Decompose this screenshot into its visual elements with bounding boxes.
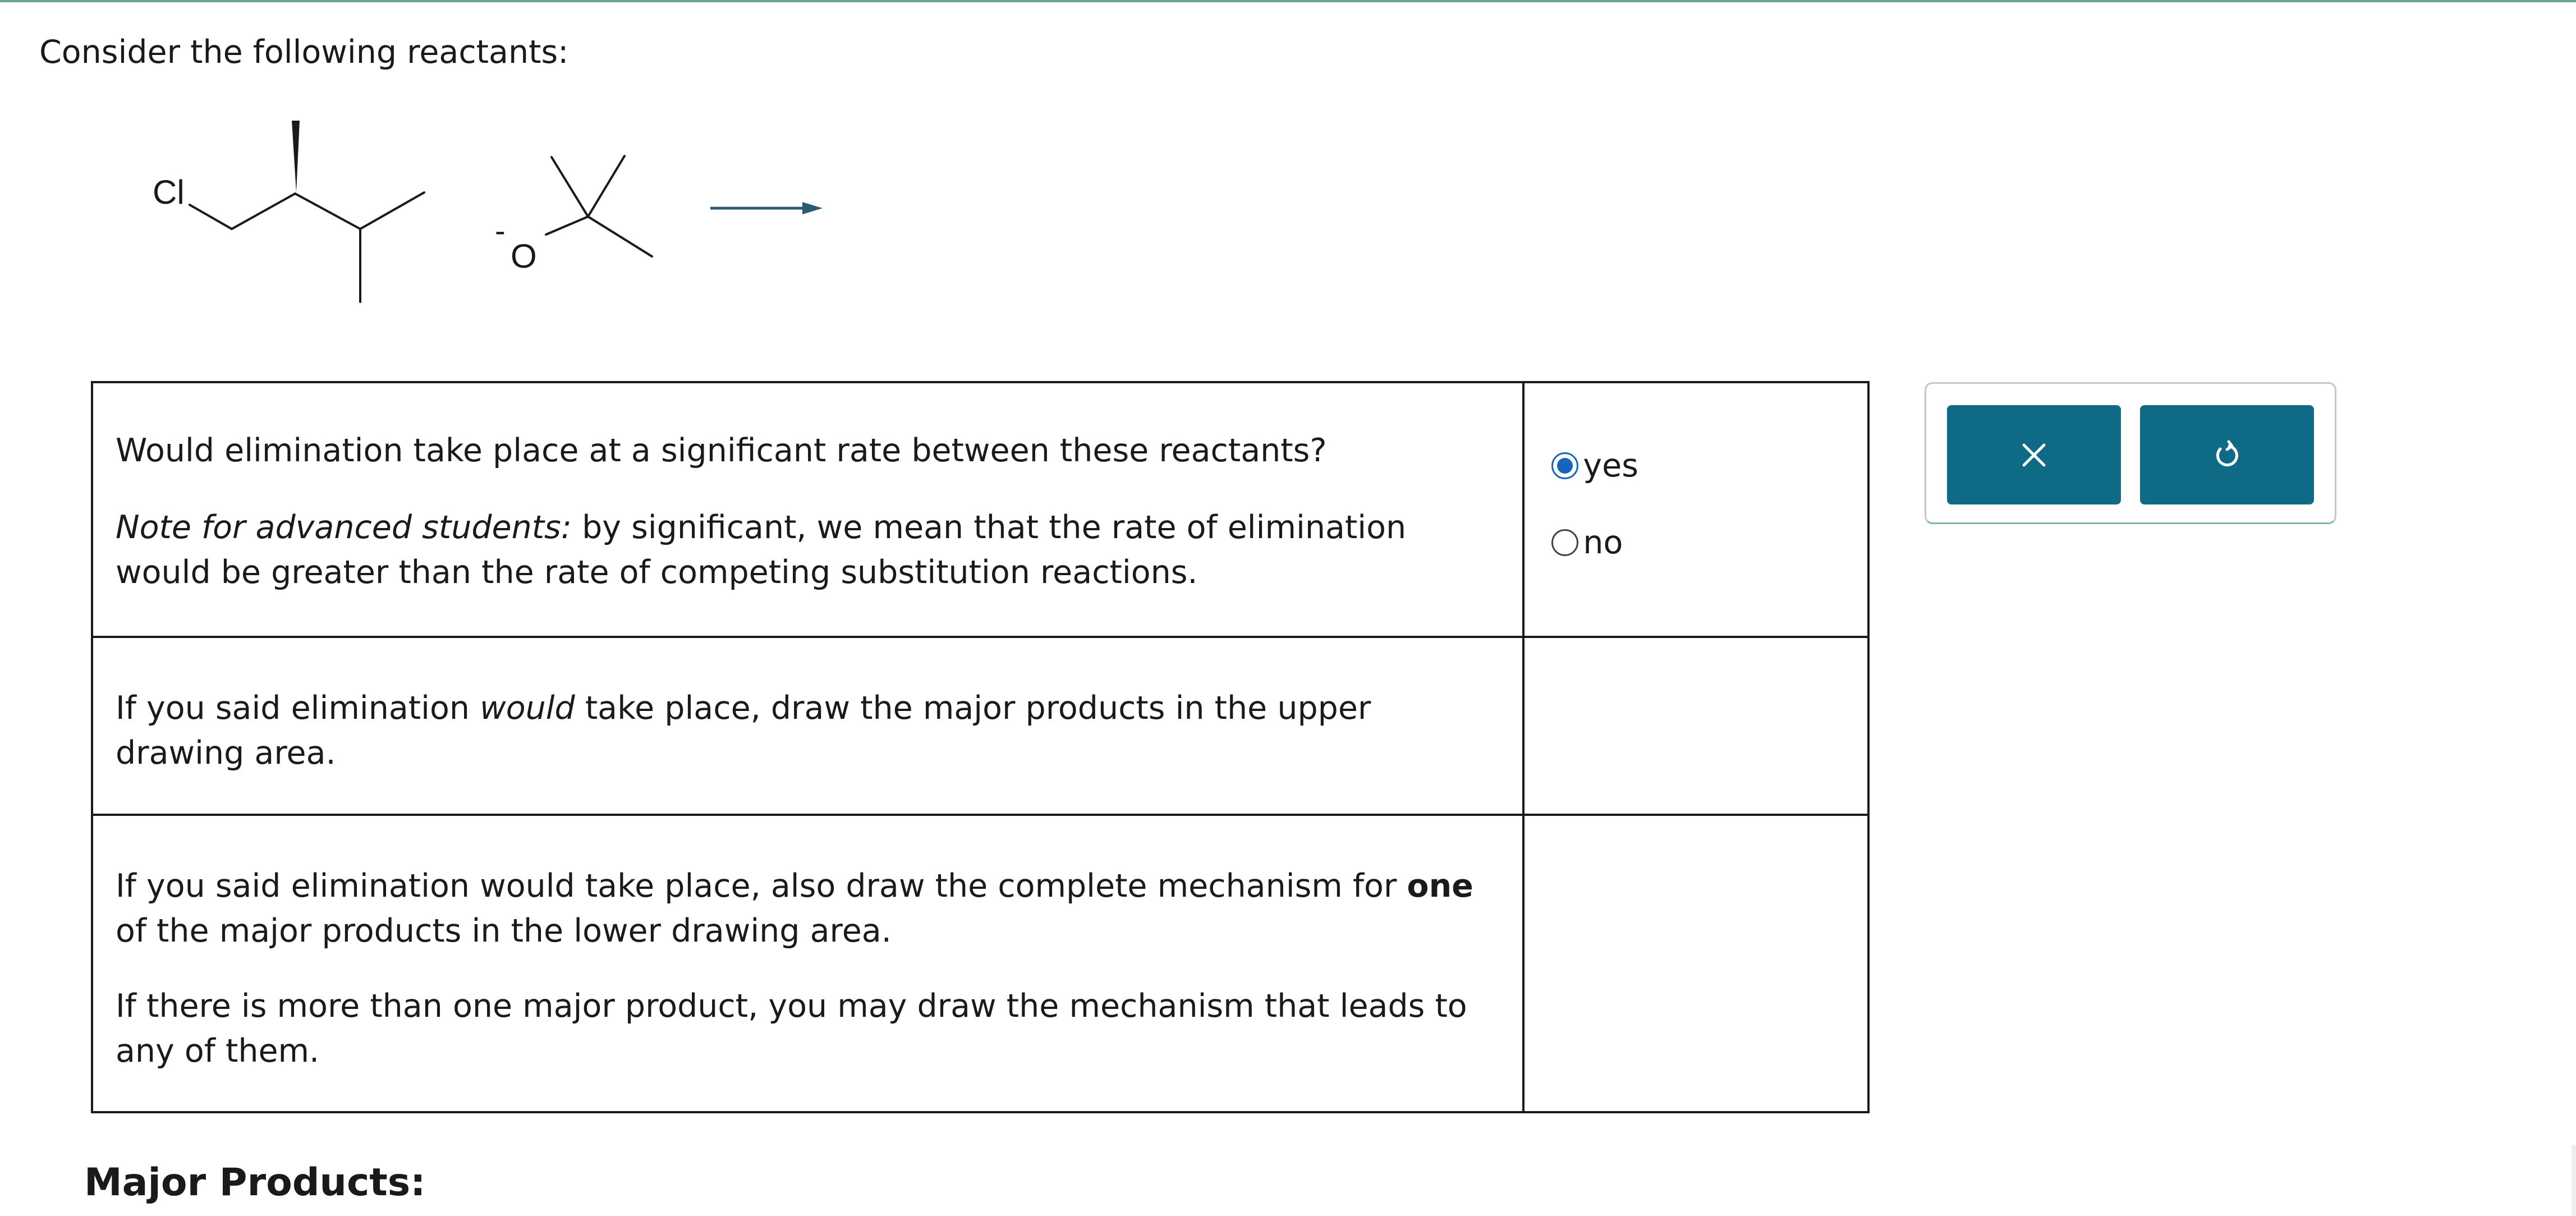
reactant-1-structure (189, 121, 425, 303)
advanced-note-label: Note for advanced students: (116, 509, 572, 546)
option-yes[interactable]: yes (1551, 447, 1867, 484)
mechanism-instruction-strong: one (1407, 868, 1473, 905)
answer-cell: yes no (1522, 381, 1870, 638)
reactant-2-atom-label: O (511, 237, 537, 275)
clear-button[interactable] (1947, 405, 2121, 504)
reaction-scheme: Cl - O (153, 121, 823, 303)
question-cell: If you said elimination would take place… (90, 636, 1525, 816)
option-yes-label: yes (1583, 447, 1638, 484)
mechanism-instruction: If you said elimination would take place… (116, 864, 1500, 953)
table-row: Would elimination take place at a signif… (90, 381, 1870, 638)
advanced-note: Note for advanced students: by significa… (116, 505, 1500, 595)
answer-toolbar (1925, 382, 2336, 524)
mechanism-note: If there is more than one major product,… (116, 988, 1467, 1070)
top-rule (0, 0, 2576, 2)
reactant-2-charge: - (495, 213, 506, 248)
reactant-2-structure (545, 155, 653, 258)
major-products-heading: Major Products: (84, 1160, 426, 1205)
undo-icon (2216, 440, 2238, 466)
reactant-1-atom-label: Cl (153, 173, 185, 211)
reaction-arrow (710, 202, 823, 214)
undo-button[interactable] (2140, 405, 2314, 504)
option-no[interactable]: no (1551, 524, 1867, 561)
question-table: Would elimination take place at a signif… (90, 381, 1870, 1113)
answer-cell-empty (1522, 814, 1870, 1113)
products-instruction-part1: If you said elimination (116, 690, 480, 727)
mechanism-instruction-part1: If you said elimination would take place… (116, 868, 1407, 905)
radio-no[interactable] (1551, 529, 1579, 556)
intro-text: Consider the following reactants: (39, 34, 569, 71)
mechanism-instruction-part2: of the major products in the lower drawi… (116, 912, 892, 949)
question-cell: Would elimination take place at a signif… (90, 381, 1525, 638)
products-instruction: If you said elimination would take place… (116, 686, 1500, 776)
table-row: If you said elimination would take place… (90, 636, 1870, 816)
answer-options: yes no (1525, 383, 1867, 561)
close-icon (2022, 443, 2046, 466)
scrollbar-edge[interactable] (2572, 1145, 2576, 1216)
answer-cell-empty (1522, 636, 1870, 816)
radio-yes[interactable] (1551, 452, 1579, 479)
products-instruction-emphasis: would (480, 690, 575, 727)
option-no-label: no (1583, 524, 1623, 561)
table-row: If you said elimination would take place… (90, 814, 1870, 1113)
question-cell: If you said elimination would take place… (90, 814, 1525, 1113)
elimination-question: Would elimination take place at a signif… (116, 432, 1327, 469)
